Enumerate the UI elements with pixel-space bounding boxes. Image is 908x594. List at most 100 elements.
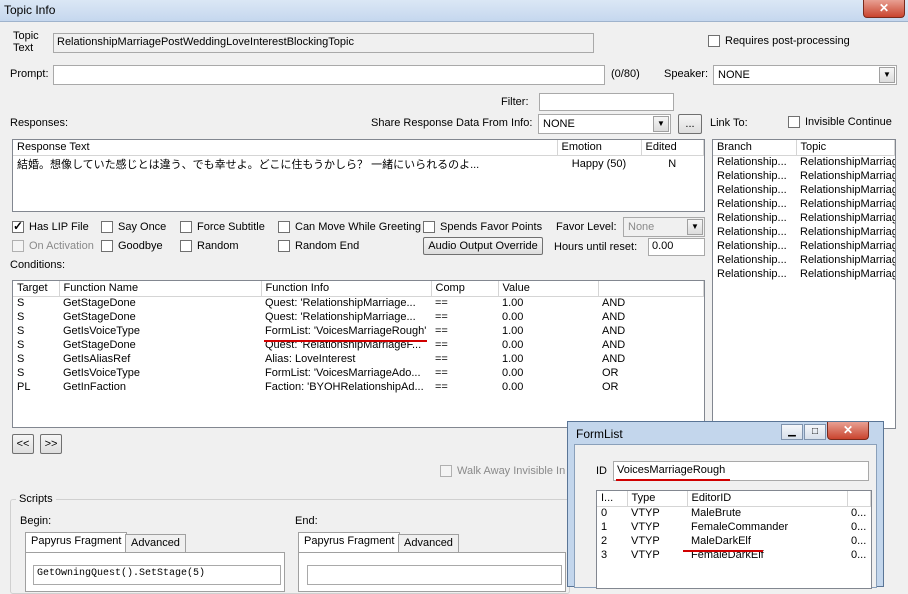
formlist-title: FormList	[576, 427, 623, 441]
force-subtitle-checkbox[interactable]: Force Subtitle	[180, 221, 265, 234]
table-row[interactable]: 1 VTYP FemaleCommander 0...	[597, 520, 871, 534]
column-header[interactable]: Response Text	[13, 140, 558, 156]
function-info-cell: FormList: 'VoicesMarriageRough'	[265, 325, 427, 337]
random-end-checkbox[interactable]: Random End	[278, 240, 359, 253]
branch-cell: Relationship...	[717, 156, 787, 169]
function-name-cell: GetStageDone	[63, 339, 136, 351]
type-cell: VTYP	[631, 521, 660, 533]
value-cell: 0.00	[502, 367, 524, 379]
share-response-select[interactable]: NONE ▼	[538, 114, 671, 134]
audio-output-override-button[interactable]: Audio Output Override	[423, 237, 543, 255]
table-row[interactable]: 2 VTYP MaleDarkElf 0...	[597, 534, 871, 548]
previous-button[interactable]: <<	[12, 434, 34, 454]
link-to-table[interactable]: Branch Topic Relationship... Relationship…	[712, 139, 896, 429]
requires-post-processing-checkbox[interactable]: Requires post-processing	[708, 35, 850, 48]
column-header[interactable]	[598, 281, 704, 297]
end-script-code[interactable]	[307, 565, 562, 585]
topic-cell: RelationshipMarriag	[800, 226, 895, 238]
share-response-label: Share Response Data From Info:	[371, 117, 533, 129]
table-row[interactable]: S GetIsAliasRef Alias: LoveInterest == 1.00 A…	[13, 352, 704, 366]
next-button[interactable]: >>	[40, 434, 62, 454]
value-cell: 0.00	[502, 381, 524, 393]
logic-cell: AND	[602, 311, 626, 323]
link-to-label: Link To:	[710, 117, 748, 129]
column-header[interactable]: Comp	[431, 281, 499, 297]
column-header[interactable]: Edited	[641, 140, 704, 156]
column-header[interactable]: Topic	[796, 140, 895, 156]
column-header[interactable]: Branch	[713, 140, 797, 156]
hours-until-reset-input[interactable]: 0.00	[648, 238, 705, 256]
formlist-id-input[interactable]: VoicesMarriageRough	[613, 461, 869, 481]
tab-papyrus-fragment-end[interactable]: Papyrus Fragment	[298, 532, 401, 552]
tab-advanced-end[interactable]: Advanced	[398, 534, 459, 552]
table-row[interactable]: Relationship... RelationshipMarriag	[713, 253, 895, 267]
column-header[interactable]: Type	[627, 491, 688, 507]
walk-away-invisible-checkbox[interactable]: Walk Away Invisible In M	[440, 465, 577, 478]
speaker-select[interactable]: NONE ▼	[713, 65, 897, 85]
maximize-button[interactable]: □	[804, 424, 826, 440]
table-row[interactable]: Relationship... RelationshipMarriag	[713, 155, 895, 169]
column-header[interactable]: Function Info	[261, 281, 432, 297]
table-row[interactable]: Relationship... RelationshipMarriag	[713, 239, 895, 253]
column-header[interactable]: Emotion	[557, 140, 642, 156]
on-activation-checkbox[interactable]: On Activation	[12, 240, 94, 253]
formlist-table[interactable]: I... Type EditorID 0 VTYP MaleBrute 0... 1 V…	[596, 490, 872, 589]
share-browse-button[interactable]: ...	[678, 114, 702, 134]
prompt-count: (0/80)	[611, 68, 640, 80]
column-header[interactable]: Target	[13, 281, 60, 297]
column-header[interactable]: Value	[498, 281, 599, 297]
topic-cell: RelationshipMarriag	[800, 240, 895, 252]
table-row[interactable]: Relationship... RelationshipMarriag	[713, 183, 895, 197]
table-row[interactable]: Relationship... RelationshipMarriag	[713, 211, 895, 225]
table-row[interactable]: Relationship... RelationshipMarriag	[713, 267, 895, 281]
value-cell: 1.00	[502, 325, 524, 337]
minimize-button[interactable]: ▁	[781, 424, 803, 440]
table-row[interactable]: Relationship... RelationshipMarriag	[713, 169, 895, 183]
filter-input[interactable]	[539, 93, 674, 111]
checkbox-icon	[12, 219, 24, 234]
responses-table[interactable]: Response Text Emotion Edited 結婚。想像していた感じ…	[12, 139, 705, 212]
spends-favor-points-checkbox[interactable]: Spends Favor Points	[423, 221, 542, 234]
prompt-input[interactable]	[53, 65, 605, 85]
table-row[interactable]: S GetIsVoiceType FormList: 'VoicesMarriage…	[13, 366, 704, 380]
column-header[interactable]: I...	[597, 491, 628, 507]
table-row[interactable]: 結婚。想像していた感じとは違う、でも幸せよ。どこに住もうかしら？ 一緒にいられる…	[13, 155, 704, 173]
chevron-down-icon: ▼	[687, 219, 703, 235]
has-lip-file-checkbox[interactable]: Has LIP File	[12, 219, 89, 234]
table-row[interactable]: 0 VTYP MaleBrute 0...	[597, 506, 871, 520]
table-row[interactable]: S GetStageDone Quest: 'RelationshipMarriag…	[13, 310, 704, 324]
table-row[interactable]: S GetIsVoiceType FormList: 'VoicesMarriage…	[13, 324, 704, 338]
table-header: I... Type EditorID	[597, 491, 871, 507]
conditions-table[interactable]: Target Function Name Function Info Comp …	[12, 280, 705, 428]
checkbox-icon	[708, 35, 720, 48]
random-checkbox[interactable]: Random	[180, 240, 239, 253]
column-header[interactable]	[847, 491, 871, 507]
table-row[interactable]: Relationship... RelationshipMarriag	[713, 225, 895, 239]
comp-cell: ==	[435, 381, 448, 393]
title-bar: Topic Info ✕	[0, 0, 908, 22]
can-move-while-greeting-checkbox[interactable]: Can Move While Greeting	[278, 221, 421, 234]
tab-advanced-begin[interactable]: Advanced	[125, 534, 186, 552]
table-row[interactable]: S GetStageDone Quest: 'RelationshipMarriag…	[13, 296, 704, 310]
emotion-cell: Happy (50)	[571, 158, 627, 171]
favor-level-select[interactable]: None ▼	[623, 217, 705, 237]
goodbye-checkbox[interactable]: Goodbye	[101, 240, 163, 253]
function-info-cell: Quest: 'RelationshipMarriage...	[265, 311, 416, 323]
table-row[interactable]: Relationship... RelationshipMarriag	[713, 197, 895, 211]
tab-papyrus-fragment-begin[interactable]: Papyrus Fragment	[25, 532, 128, 552]
extra-cell: 0...	[851, 535, 867, 547]
column-header[interactable]: EditorID	[687, 491, 848, 507]
topic-text-field[interactable]: RelationshipMarriagePostWeddingLoveInter…	[53, 33, 594, 53]
extra-cell: 0...	[851, 507, 867, 520]
table-header: Branch Topic	[713, 140, 895, 156]
table-row[interactable]: PL GetInFaction Faction: 'BYOHRelationship…	[13, 380, 704, 394]
formlist-close-button[interactable]: ✕	[827, 422, 869, 440]
branch-cell: Relationship...	[717, 212, 787, 224]
invisible-continue-checkbox[interactable]: Invisible Continue	[788, 116, 892, 129]
function-name-cell: GetStageDone	[63, 311, 136, 323]
column-header[interactable]: Function Name	[59, 281, 262, 297]
say-once-checkbox[interactable]: Say Once	[101, 221, 166, 234]
close-button[interactable]: ✕	[863, 0, 905, 18]
begin-script-code[interactable]: GetOwningQuest().SetStage(5)	[33, 565, 281, 585]
function-name-cell: GetIsVoiceType	[63, 367, 141, 379]
